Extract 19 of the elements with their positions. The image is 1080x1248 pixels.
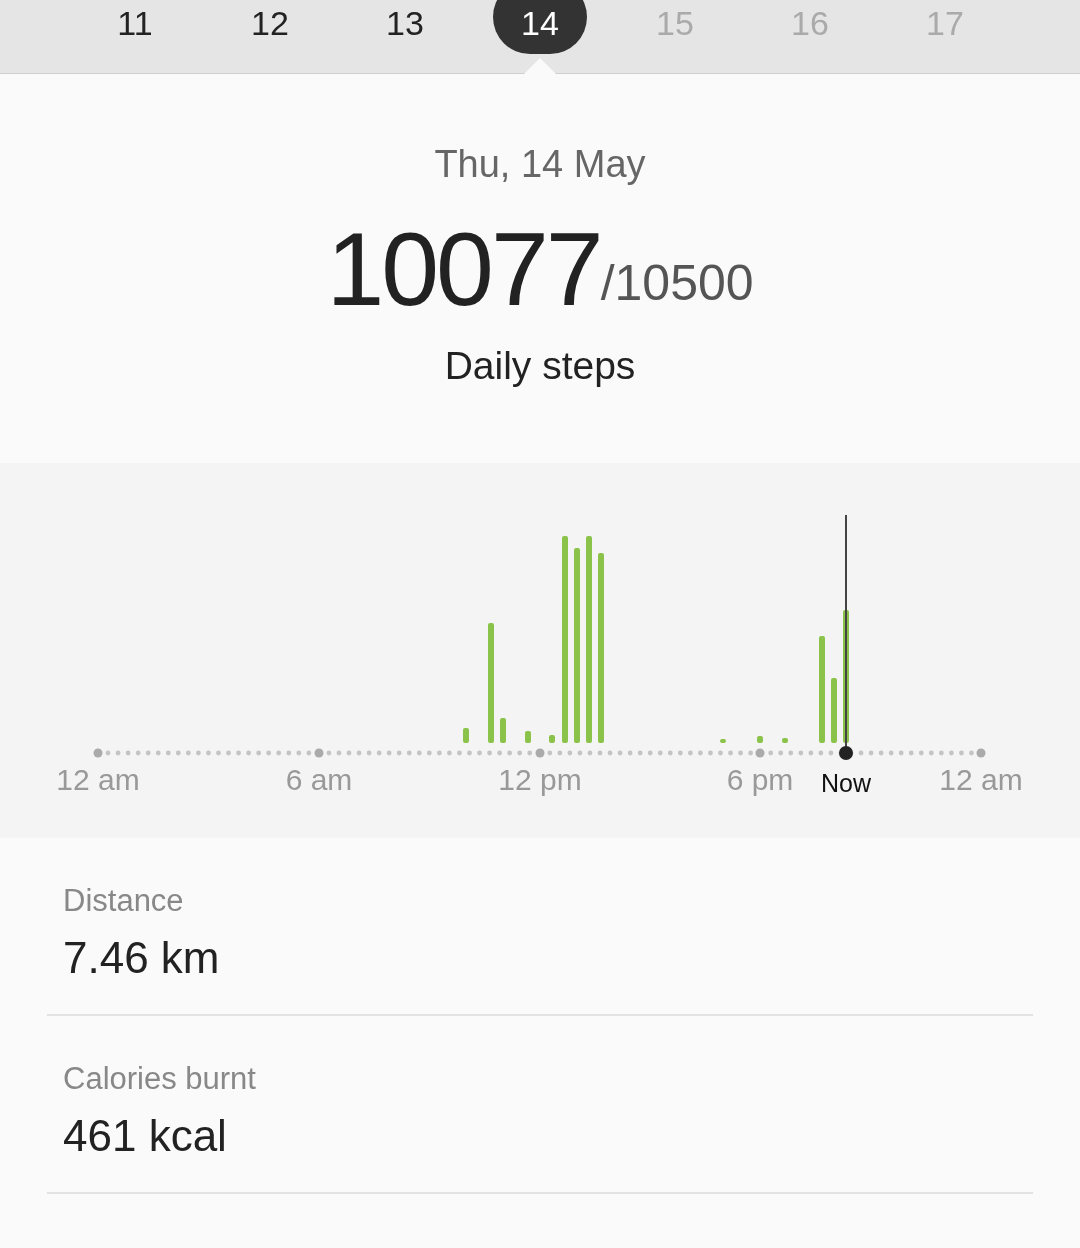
date-item[interactable]: 12 bbox=[223, 0, 317, 54]
date-heading: Thu, 14 May bbox=[434, 142, 646, 187]
date-item[interactable]: 13 bbox=[358, 0, 452, 54]
pointer-icon bbox=[522, 58, 558, 76]
axis-label: 12 am bbox=[56, 763, 140, 796]
axis-label: 6 am bbox=[285, 763, 353, 796]
date-item[interactable]: 14 bbox=[493, 0, 587, 54]
step-count: 10077 bbox=[326, 217, 601, 321]
stat-label: Distance bbox=[63, 882, 185, 920]
stat-value: 461 kcal bbox=[63, 1109, 228, 1162]
step-goal: /10500 bbox=[600, 255, 754, 313]
axis-label: 12 pm bbox=[498, 763, 582, 796]
date-item[interactable]: 11 bbox=[88, 0, 182, 54]
now-label: Now bbox=[821, 769, 871, 797]
axis-label: 12 am bbox=[939, 763, 1023, 796]
stat-label: Calories burnt bbox=[63, 1060, 257, 1098]
stat-value: 7.46 km bbox=[63, 931, 221, 984]
axis-label: 6 pm bbox=[726, 763, 794, 796]
steps-caption: Daily steps bbox=[444, 343, 636, 389]
